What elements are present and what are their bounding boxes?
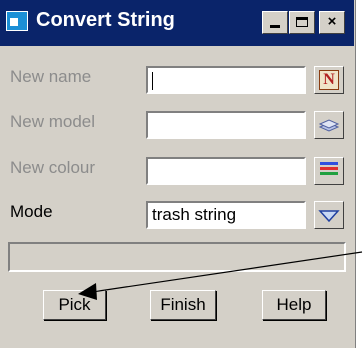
pointer-arrow-annotation (78, 251, 363, 300)
